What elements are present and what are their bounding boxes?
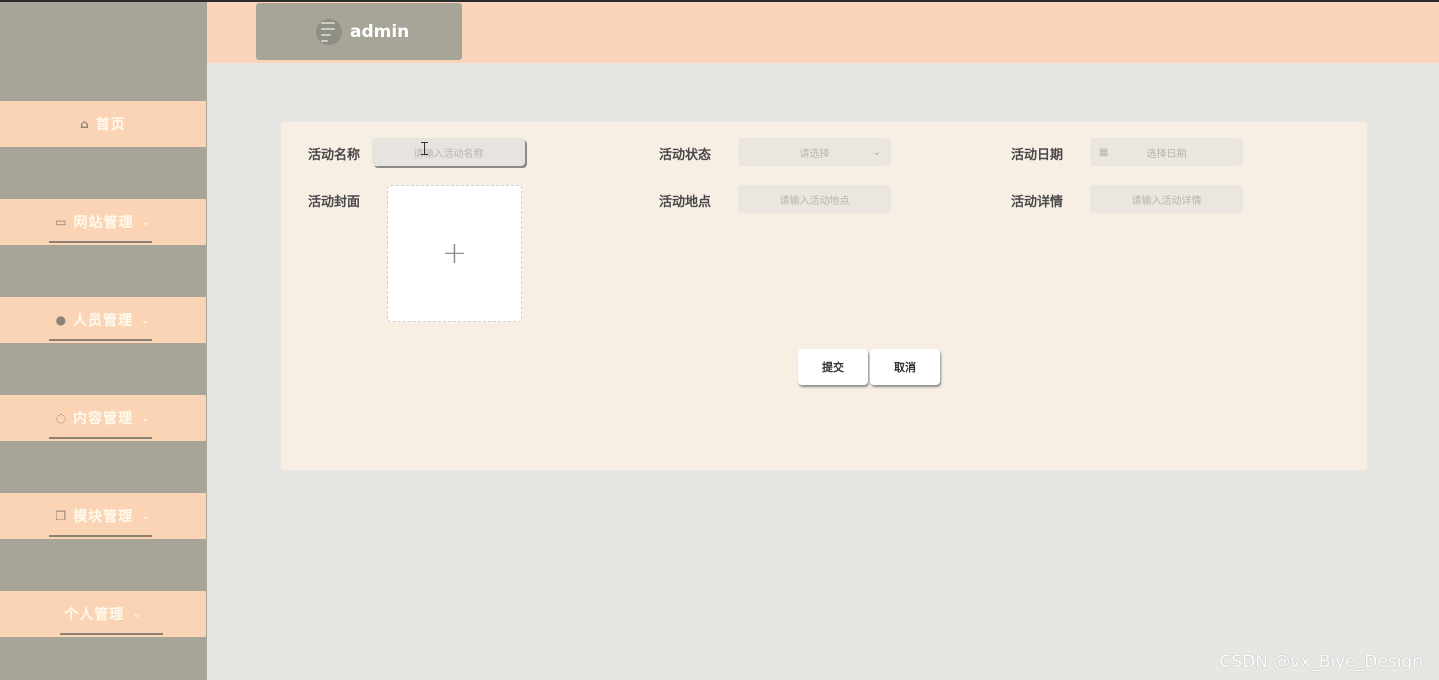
cover-label: 活动封面 xyxy=(308,195,361,210)
sidebar-item-personal-management[interactable]: 个人管理 ⌄ xyxy=(0,591,206,637)
chevron-down-icon: ⌄ xyxy=(141,216,151,228)
input-placeholder: 请输入活动详情 xyxy=(1131,195,1202,207)
user-icon: ● xyxy=(55,313,68,327)
activity-detail-input[interactable]: 请输入活动详情 xyxy=(1090,185,1243,213)
sidebar-item-content-management[interactable]: ◌ 内容管理 ⌄ xyxy=(0,395,206,441)
select-placeholder: 请选择 xyxy=(799,148,830,160)
cancel-button[interactable]: 取消 xyxy=(870,349,940,385)
chevron-down-icon: ⌄ xyxy=(872,146,881,158)
menu-underline xyxy=(49,241,152,243)
detail-label: 活动详情 xyxy=(1011,195,1064,210)
sidebar-item-site-management[interactable]: ▭ 网站管理 ⌄ xyxy=(0,199,206,245)
submit-button[interactable]: 提交 xyxy=(798,349,868,385)
plus-icon: + xyxy=(441,236,468,271)
sidebar-item-label: 个人管理 xyxy=(64,607,125,623)
avatar xyxy=(316,18,342,45)
home-icon: ⌂ xyxy=(80,117,90,131)
username: admin xyxy=(350,21,410,42)
activity-name-input[interactable]: 请输入活动名称 xyxy=(372,138,525,166)
activity-status-select[interactable]: 请选择 ⌄ xyxy=(738,138,891,166)
name-label: 活动名称 xyxy=(308,148,361,163)
menu-underline xyxy=(49,339,152,341)
sidebar-item-home[interactable]: ⌂ 首页 xyxy=(0,101,206,147)
text-cursor-icon xyxy=(421,142,428,155)
watermark: CSDN @vx_Biye_Design xyxy=(1219,652,1423,672)
chevron-down-icon: ⌄ xyxy=(141,412,151,424)
sidebar-item-label: 首页 xyxy=(95,117,126,133)
sidebar-item-label: 网站管理 xyxy=(73,215,134,231)
copy-icon: ❐ xyxy=(55,509,68,523)
menu-underline xyxy=(60,633,163,635)
date-placeholder: 选择日期 xyxy=(1146,148,1187,160)
sidebar-item-module-management[interactable]: ❐ 模块管理 ⌄ xyxy=(0,493,206,539)
sidebar-item-label: 模块管理 xyxy=(73,509,134,525)
activity-date-picker[interactable]: ▦ 选择日期 xyxy=(1090,138,1243,166)
board-icon: ▭ xyxy=(55,215,68,229)
input-placeholder: 请输入活动地点 xyxy=(779,195,850,207)
sidebar-item-label: 人员管理 xyxy=(73,313,134,329)
calendar-icon: ▦ xyxy=(1099,146,1109,158)
chevron-down-icon: ⌄ xyxy=(141,510,151,522)
user-menu[interactable]: admin xyxy=(256,3,462,60)
sidebar: ⌂ 首页 ▭ 网站管理 ⌄ ● 人员管理 ⌄ ◌ 内容管理 ⌄ ❐ 模块管理 ⌄… xyxy=(0,2,207,680)
activity-location-input[interactable]: 请输入活动地点 xyxy=(738,185,891,213)
sidebar-item-people-management[interactable]: ● 人员管理 ⌄ xyxy=(0,297,206,343)
cover-upload[interactable]: + xyxy=(387,185,522,322)
header-bar: admin xyxy=(207,2,1439,63)
chevron-down-icon: ⌄ xyxy=(132,608,142,620)
date-label: 活动日期 xyxy=(1011,148,1064,163)
sidebar-item-label: 内容管理 xyxy=(73,411,134,427)
chevron-down-icon: ⌄ xyxy=(141,314,151,326)
menu-underline xyxy=(49,535,152,537)
activity-form: 活动名称 请输入活动名称 活动状态 请选择 ⌄ 活动日期 ▦ 选择日期 活动封面… xyxy=(281,122,1367,470)
status-label: 活动状态 xyxy=(659,148,712,163)
menu-underline xyxy=(49,437,152,439)
location-label: 活动地点 xyxy=(659,195,712,210)
chat-icon: ◌ xyxy=(55,411,68,425)
